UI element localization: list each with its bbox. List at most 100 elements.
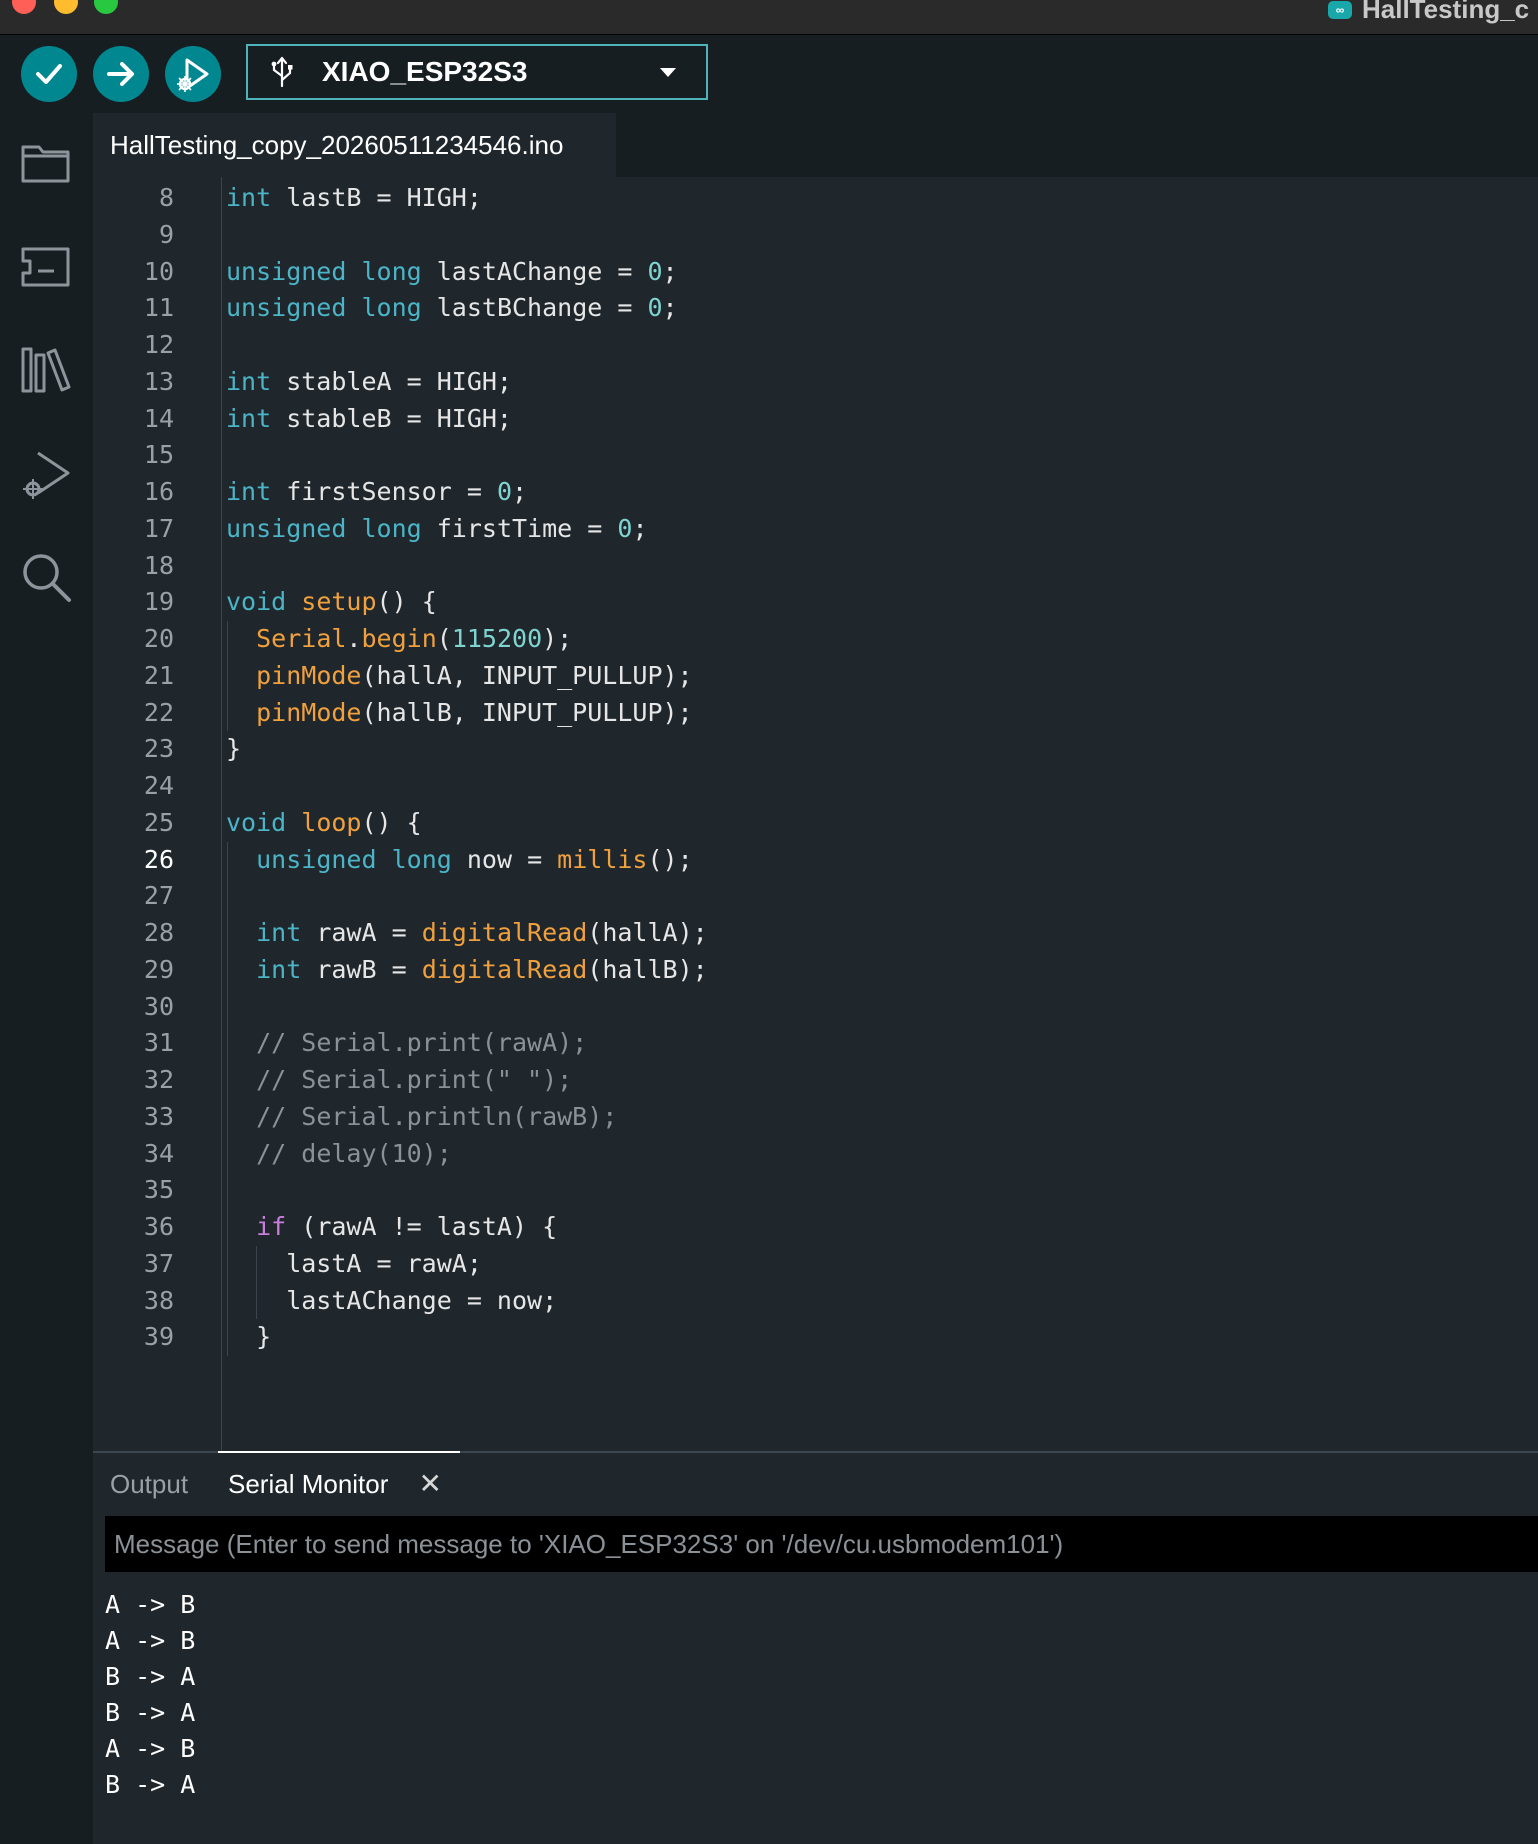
code-line[interactable]: 21 pinMode(hallA, INPUT_PULLUP); (93, 658, 1538, 694)
line-number: 28 (143, 918, 174, 947)
code-text: // Serial.println(rawB); (256, 1101, 618, 1131)
code-text: unsigned long lastAChange = 0; (226, 256, 678, 286)
code-editor[interactable]: 8 int lastB = HIGH; 9 10 unsigned long lastA… (93, 177, 1538, 1451)
arduino-app-icon: ∞ (1328, 0, 1352, 19)
code-text: } (226, 1322, 272, 1352)
tab-serial-monitor[interactable]: Serial Monitor ✕ (218, 1451, 460, 1513)
code-line[interactable]: 32 // Serial.print(" "); (93, 1062, 1538, 1098)
code-line[interactable]: 36 if (rawA != lastA) { (93, 1209, 1538, 1245)
line-number: 20 (143, 624, 174, 653)
code-line[interactable]: 16 int firstSensor = 0; (93, 474, 1538, 510)
chevron-down-icon (660, 68, 676, 77)
line-number: 9 (158, 219, 174, 249)
toolbar: XIAO_ESP32S3 (0, 35, 1538, 113)
code-text: int rawB = digitalRead(hallB); (256, 954, 708, 984)
minimize-window-button[interactable] (54, 0, 78, 14)
code-line[interactable]: 33 // Serial.println(rawB); (93, 1099, 1538, 1135)
code-line[interactable]: 39 } (93, 1319, 1538, 1355)
code-text: Serial.begin(115200); (256, 624, 573, 653)
code-line[interactable]: 18 (93, 548, 1538, 584)
library-manager-icon[interactable] (18, 341, 74, 397)
main-area: HallTesting_copy_20260511234546.ino 8 int… (93, 113, 1538, 1844)
code-text: unsigned long now = millis(); (256, 844, 693, 874)
code-line[interactable]: 11 unsigned long lastBChange = 0; (93, 290, 1538, 326)
close-window-button[interactable] (12, 0, 36, 14)
code-text: void setup() { (226, 587, 437, 617)
code-line[interactable]: 34 // delay(10); (93, 1136, 1538, 1172)
code-line[interactable]: 20 Serial.begin(115200); (93, 621, 1538, 657)
code-text: int lastB = HIGH; (226, 183, 482, 212)
line-number: 26 (143, 844, 174, 874)
window-title: HallTesting_c (1362, 0, 1530, 24)
code-line[interactable]: 30 (93, 989, 1538, 1025)
code-line[interactable]: 14 int stableB = HIGH; (93, 401, 1538, 437)
line-number: 17 (143, 513, 174, 543)
code-line[interactable]: 35 (93, 1172, 1538, 1208)
code-line[interactable]: 12 (93, 327, 1538, 363)
code-line[interactable]: 29 int rawB = digitalRead(hallB); (93, 952, 1538, 988)
code-line[interactable]: 22 pinMode(hallB, INPUT_PULLUP); (93, 695, 1538, 731)
tab-output[interactable]: Output (110, 1453, 188, 1515)
code-line[interactable]: 15 (93, 437, 1538, 473)
code-text: } (226, 734, 242, 764)
code-text: int stableB = HIGH; (226, 403, 512, 433)
code-line[interactable]: 27 (93, 878, 1538, 914)
code-line[interactable]: 10 unsigned long lastAChange = 0; (93, 254, 1538, 290)
code-line[interactable]: 28 int rawA = digitalRead(hallA); (93, 915, 1538, 951)
code-line[interactable]: 17 unsigned long firstTime = 0; (93, 511, 1538, 547)
code-line[interactable]: 26 unsigned long now = millis(); (93, 842, 1538, 878)
line-number: 10 (143, 256, 174, 286)
line-number: 39 (143, 1322, 174, 1352)
code-line[interactable]: 38 lastAChange = now; (93, 1283, 1538, 1319)
board-selector[interactable]: XIAO_ESP32S3 (246, 44, 708, 100)
code-text: unsigned long lastBChange = 0; (226, 293, 678, 323)
line-number: 31 (143, 1028, 174, 1058)
code-text: unsigned long firstTime = 0; (226, 513, 648, 543)
line-number: 23 (143, 734, 174, 764)
code-line[interactable]: 23} (93, 731, 1538, 767)
code-text: lastAChange = now; (226, 1285, 558, 1315)
code-line[interactable]: 25 void loop() { (93, 805, 1538, 841)
board-name: XIAO_ESP32S3 (322, 56, 528, 87)
debug-button[interactable] (165, 46, 221, 102)
line-number: 37 (143, 1248, 174, 1278)
activity-bar (0, 113, 93, 1842)
code-line[interactable]: 19 void setup() { (93, 584, 1538, 620)
line-number: 35 (143, 1175, 174, 1205)
code-line[interactable]: 31 // Serial.print(rawA); (93, 1025, 1538, 1061)
serial-output-line: A -> B (105, 1626, 196, 1655)
line-number: 32 (143, 1065, 174, 1094)
line-number: 38 (143, 1285, 174, 1315)
serial-output-line: A -> B (105, 1734, 196, 1763)
code-line[interactable]: 37 lastA = rawA; (93, 1246, 1538, 1282)
file-tab[interactable]: HallTesting_copy_20260511234546.ino (93, 113, 616, 177)
line-number: 16 (143, 477, 174, 506)
line-number: 8 (158, 183, 174, 212)
zoom-window-button[interactable] (94, 0, 118, 14)
line-number: 11 (143, 293, 174, 323)
title-bar: ∞ HallTesting_c (0, 0, 1538, 35)
code-text: lastA = rawA; (226, 1248, 482, 1278)
line-number: 36 (143, 1212, 174, 1241)
boards-manager-icon[interactable] (18, 237, 74, 293)
code-line[interactable]: 9 (93, 217, 1538, 253)
upload-button[interactable] (93, 46, 149, 102)
code-text: // Serial.print(" "); (256, 1065, 573, 1094)
line-number: 29 (143, 954, 174, 984)
close-icon[interactable]: ✕ (419, 1453, 442, 1515)
code-text: int stableA = HIGH; (226, 366, 512, 396)
code-line[interactable]: 13 int stableA = HIGH; (93, 364, 1538, 400)
sketchbook-icon[interactable] (18, 135, 74, 191)
code-text: int rawA = digitalRead(hallA); (256, 918, 708, 947)
debug-icon[interactable] (18, 447, 74, 503)
line-number: 24 (143, 771, 174, 800)
code-line[interactable]: 8 int lastB = HIGH; (93, 180, 1538, 216)
code-line[interactable]: 24 (93, 768, 1538, 804)
serial-output-line: A -> B (105, 1590, 196, 1619)
search-icon[interactable] (18, 549, 74, 605)
serial-message-input[interactable]: Message (Enter to send message to 'XIAO_… (105, 1516, 1538, 1572)
line-number: 14 (143, 403, 174, 433)
editor-tab-bar: HallTesting_copy_20260511234546.ino (93, 113, 1538, 177)
code-text: // delay(10); (256, 1138, 452, 1168)
verify-button[interactable] (21, 46, 77, 102)
